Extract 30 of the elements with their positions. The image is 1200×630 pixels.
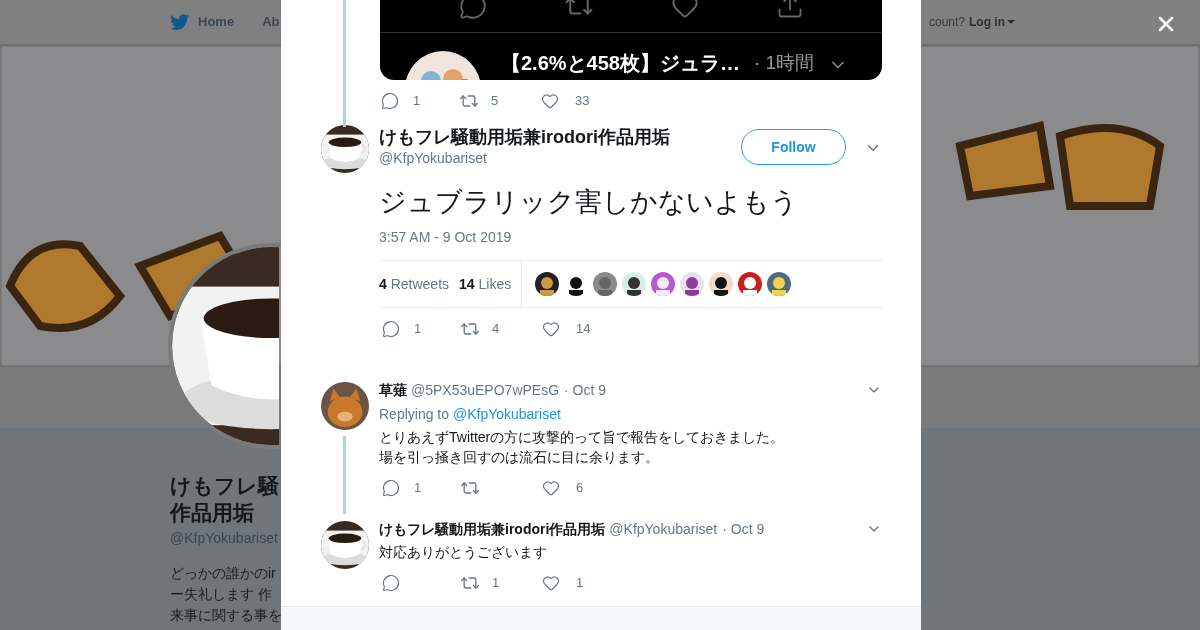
- reply-icon[interactable]: [382, 574, 400, 592]
- tweet-date[interactable]: · Oct 9: [564, 381, 607, 399]
- profile-bio: どっかの誰かのir: [170, 564, 276, 583]
- author-name[interactable]: 草薙: [379, 381, 407, 399]
- like-count: 1: [576, 574, 584, 593]
- author-name[interactable]: けもフレ騒動用垢兼irodori作品用垢: [379, 520, 606, 538]
- replying-label: Replying to: [379, 406, 450, 422]
- profile-name: けもフレ騒: [170, 473, 279, 499]
- reply-text: 場を引っ掻き回すのは流石に目に余ります。: [379, 448, 660, 467]
- login-prompt: count?: [928, 14, 965, 31]
- mention-link[interactable]: @KfpYokubariset: [452, 406, 561, 422]
- reply-icon[interactable]: [382, 479, 400, 497]
- retweet-count: 1: [492, 574, 500, 593]
- author-handle[interactable]: @5PX53uEPO7wPEsG: [411, 381, 560, 399]
- nav-link[interactable]: Home: [198, 12, 235, 32]
- reply-count: 1: [414, 479, 422, 498]
- reply-text: とりあえずTwitterの方に攻撃的って旨で報告をしておきました。: [379, 428, 786, 447]
- like-icon: [670, 0, 699, 20]
- tweet-date[interactable]: · Oct 9: [722, 520, 765, 538]
- profile-name: 作品用垢: [170, 500, 254, 526]
- like-count: 6: [576, 479, 584, 498]
- author-handle[interactable]: @KfpYokubariset: [609, 520, 718, 538]
- like-icon[interactable]: [542, 574, 560, 592]
- nav-link[interactable]: Ab: [262, 12, 280, 32]
- like-icon[interactable]: [542, 479, 560, 497]
- profile-bio: 来事に関する事を: [170, 606, 282, 625]
- login-link[interactable]: Log in: [969, 13, 1015, 31]
- profile-bio: ー失礼します 作: [170, 585, 272, 604]
- reply-icon: [458, 0, 487, 20]
- reply-text: 対応ありがとうございます: [379, 543, 548, 562]
